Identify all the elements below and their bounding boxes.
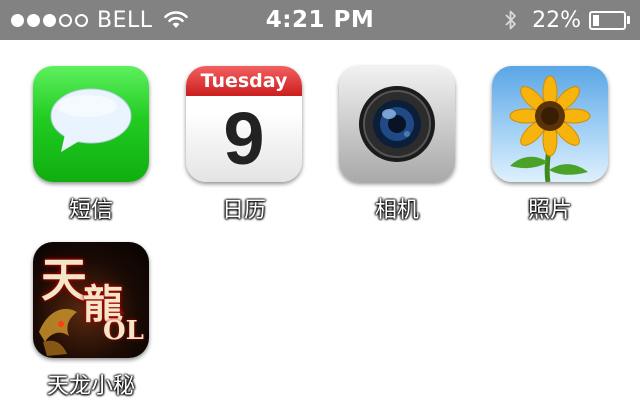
app-label: 天龙小秘 (46, 374, 135, 399)
app-label: 短信 (68, 198, 113, 223)
camera-lens-icon[interactable] (339, 66, 455, 182)
calendar-weekday: Tuesday (186, 66, 302, 96)
app-tianlong[interactable]: 天 龍 OL 天龙小秘 (15, 242, 167, 400)
battery-icon (589, 10, 626, 30)
status-right: 22% (504, 0, 630, 40)
app-label: 相机 (374, 198, 419, 223)
battery-nub (627, 16, 630, 24)
app-label: 日历 (221, 198, 266, 223)
signal-dot (11, 13, 24, 27)
home-screen: BELL 4:21 PM 22% 短信 Tuesday 9 日历 相机 照片 天… (0, 0, 640, 410)
tianlong-game-icon[interactable]: 天 龍 OL (33, 242, 149, 358)
wifi-icon (163, 11, 188, 28)
app-photos[interactable]: 照片 (474, 66, 626, 224)
carrier-name: BELL (97, 7, 153, 33)
calendar-day: 9 (223, 97, 265, 180)
signal-dot (43, 13, 56, 27)
status-left: BELL (11, 0, 189, 40)
app-calendar[interactable]: Tuesday 9 日历 (168, 66, 320, 224)
app-camera[interactable]: 相机 (321, 66, 473, 224)
bluetooth-icon (505, 10, 516, 30)
speech-bubble-icon[interactable] (33, 66, 149, 182)
sunflower-icon[interactable] (492, 66, 608, 182)
signal-dot (75, 13, 88, 27)
status-bar: BELL 4:21 PM 22% (0, 0, 640, 40)
calendar-icon[interactable]: Tuesday 9 (186, 66, 302, 182)
battery-fill (593, 14, 599, 26)
app-messages[interactable]: 短信 (15, 66, 167, 224)
battery-percent: 22% (532, 7, 581, 33)
app-label: 照片 (527, 198, 572, 223)
signal-dot (27, 13, 40, 27)
signal-dot (59, 13, 72, 27)
